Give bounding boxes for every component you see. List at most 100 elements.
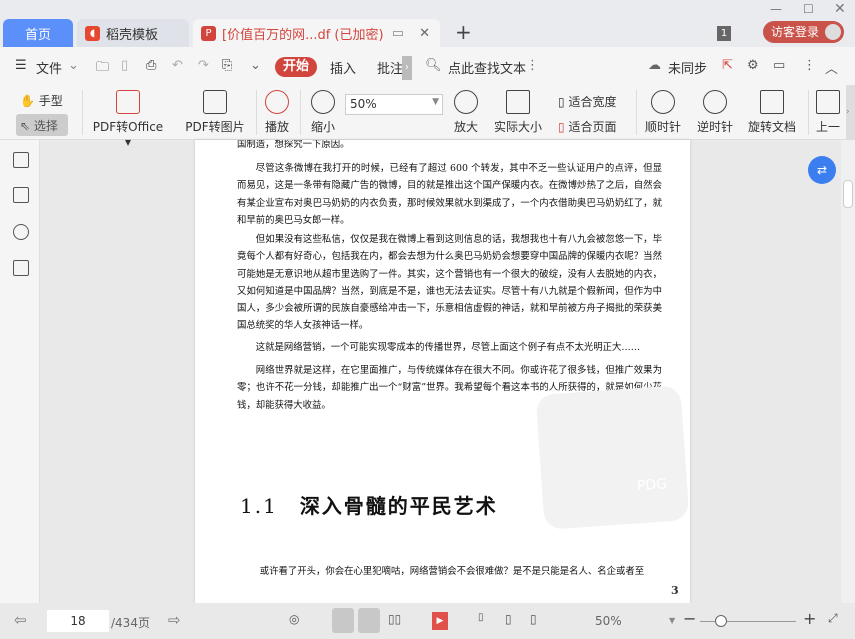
tab-label: [价值百万的网...df (已加密) — [222, 27, 384, 43]
share-icon[interactable]: ⇱ — [722, 58, 733, 73]
tab-start[interactable]: 开始 — [275, 57, 317, 77]
double-page-icon[interactable]: ▯▯ — [388, 612, 401, 626]
tab-home[interactable]: 首页 — [3, 19, 73, 47]
prev-page-icon[interactable]: ⇦ — [14, 611, 27, 629]
tab-template[interactable]: ◖ 稻壳模板 — [77, 19, 189, 47]
pdf-to-office-button[interactable]: PDF转Office ▾ — [88, 90, 168, 149]
actual-size-icon[interactable]: ▯ — [478, 612, 484, 623]
hand-tool[interactable]: ✋ 手型 — [20, 92, 63, 109]
new-tab-button[interactable]: + — [455, 20, 472, 44]
zoom-level[interactable]: 50% — [595, 614, 622, 628]
rotate-clockwise-button[interactable]: 顺时针 — [644, 90, 682, 135]
menu-icon[interactable]: ☰ — [15, 58, 27, 73]
more-dropdown-icon[interactable]: ⌄ — [250, 58, 261, 73]
fit-width-icon[interactable]: ▯ — [530, 612, 537, 626]
zoom-dropdown-icon[interactable]: ▼ — [669, 616, 675, 625]
label: 实际大小 — [493, 120, 542, 134]
zoom-out-button[interactable]: − — [683, 609, 696, 628]
pdf-icon: P — [201, 25, 216, 41]
zoom-in-button[interactable]: 放大 — [452, 90, 480, 135]
page-number: 3 — [671, 584, 679, 597]
label: PDF转Office — [92, 120, 164, 134]
previous-button[interactable]: 上一 — [815, 90, 841, 135]
title-bar: 首页 ◖ 稻壳模板 P [价值百万的网...df (已加密) ▭ ✕ + — ☐ ✕ 1… — [0, 0, 855, 47]
chevron-down-icon[interactable]: ⌄ — [68, 58, 79, 73]
actual-size-button[interactable]: 实际大小 — [492, 90, 544, 135]
fit-page-icon[interactable]: ▯ — [505, 612, 512, 626]
zoom-out-icon — [311, 90, 335, 114]
zoom-in-button[interactable]: + — [803, 609, 816, 628]
floating-convert-button[interactable]: ⇄ — [808, 156, 836, 184]
paragraph: 国制造，想探究一下原因。 — [237, 140, 350, 150]
more-vertical-icon[interactable]: ⋮ — [803, 58, 816, 73]
fit-page-icon: ▯ — [558, 120, 565, 134]
prev-icon — [816, 90, 840, 114]
select-tool[interactable]: ⇖ 选择 — [16, 114, 68, 136]
undo-icon[interactable]: ↶ — [172, 58, 183, 73]
play-button[interactable]: 播放 — [262, 90, 292, 135]
label: 缩小 — [310, 120, 335, 134]
more-icon[interactable]: ⋮ — [526, 58, 539, 73]
settings-icon[interactable]: ⚙ — [747, 58, 759, 73]
close-window-button[interactable]: ✕ — [834, 1, 846, 17]
fullscreen-icon[interactable]: ⤢ — [828, 611, 838, 626]
eye-protect-icon[interactable]: ◎ — [289, 612, 299, 626]
comment-icon[interactable]: ▭ — [773, 58, 785, 73]
actual-size-icon — [506, 90, 530, 114]
tab-document[interactable]: P [价值百万的网...df (已加密) ▭ ✕ — [193, 19, 440, 47]
close-tab-icon[interactable]: ✕ — [419, 26, 430, 41]
print-icon[interactable]: ⎙ — [146, 58, 156, 73]
tab-annotate[interactable]: 批注 — [377, 58, 403, 77]
rotate-document-button[interactable]: 旋转文档 — [746, 90, 798, 135]
search-box[interactable]: 点此查找文本 — [448, 58, 526, 77]
ribbon-scroll-right[interactable]: › — [846, 85, 855, 140]
window-count-badge[interactable]: 1 — [717, 26, 731, 41]
annotation-icon[interactable] — [13, 224, 29, 240]
fit-width-icon: ▯ — [558, 95, 565, 109]
label: PDF转图片 — [185, 120, 245, 134]
label: 适合页面 — [568, 120, 617, 134]
page-total: /434页 — [111, 616, 150, 630]
avatar — [825, 24, 841, 40]
fit-width-button[interactable]: ▯ 适合宽度 — [558, 93, 616, 110]
scroll-tabs-button[interactable]: › — [402, 56, 412, 80]
label: 逆时针 — [696, 120, 733, 134]
cursor-icon: ⇖ — [20, 119, 31, 133]
label: 顺时针 — [644, 120, 681, 134]
sync-status[interactable]: 未同步 — [668, 58, 707, 77]
image-icon[interactable] — [13, 187, 29, 203]
extract-icon[interactable] — [13, 260, 29, 276]
zoom-slider-thumb[interactable] — [715, 615, 727, 627]
label: 播放 — [264, 120, 289, 134]
status-bar: ⇦ 18 /434页 ⇨ ◎ ▯▯ ▶ ▯ ▯ ▯ 50% ▼ − + ⤢ — [0, 603, 855, 639]
collapse-ribbon-icon[interactable]: ︿ — [825, 58, 838, 77]
zoom-select[interactable]: 50% ▼ — [345, 94, 443, 115]
minimize-button[interactable]: — — [770, 2, 782, 16]
single-page-continuous-button[interactable] — [332, 608, 354, 633]
pdf-to-image-button[interactable]: PDF转图片 — [182, 90, 248, 135]
rotate-doc-icon — [760, 90, 784, 114]
pin-icon[interactable]: ▭ — [392, 26, 404, 41]
tab-insert[interactable]: 插入 — [330, 58, 356, 77]
page-input[interactable]: 18 — [47, 610, 109, 632]
cloud-icon: ☁ — [648, 58, 661, 73]
file-menu[interactable]: 文件 — [36, 58, 62, 77]
open-icon[interactable]: 🗀 — [96, 58, 109, 80]
search-icon: 🔍︎ — [425, 58, 442, 73]
maximize-button[interactable]: ☐ — [803, 2, 814, 16]
redo-icon[interactable]: ↷ — [198, 58, 209, 73]
single-page-button[interactable] — [358, 608, 380, 633]
fit-page-button[interactable]: ▯ 适合页面 — [558, 118, 616, 135]
export-icon[interactable]: ⎘ — [222, 58, 232, 73]
paragraph: 尽管这条微博在我打开的时候，已经有了超过 600 个转发，其中不乏一些认证用户的… — [237, 163, 662, 226]
save-icon[interactable]: ▯ — [121, 58, 128, 73]
rotate-counter-button[interactable]: 逆时针 — [696, 90, 734, 135]
play-icon[interactable]: ▶ — [432, 612, 448, 630]
thumbnails-icon[interactable] — [13, 152, 29, 168]
next-page-icon[interactable]: ⇨ — [168, 611, 181, 629]
rotate-cw-icon — [651, 90, 675, 114]
zoom-out-button[interactable]: 缩小 — [308, 90, 338, 135]
login-button[interactable]: 访客登录 — [763, 21, 844, 43]
scrollbar-thumb[interactable] — [843, 180, 853, 208]
vertical-scrollbar[interactable] — [841, 140, 855, 603]
